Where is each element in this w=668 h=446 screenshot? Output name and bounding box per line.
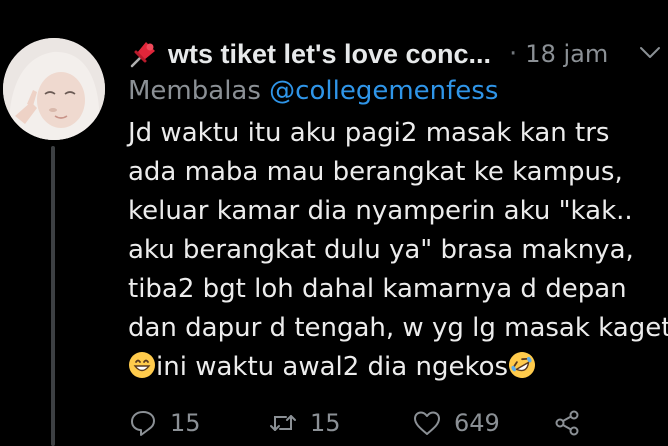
tweet-text-line: ada maba mau berangkat ke kampus, [128,157,623,187]
tweet-header: wts tiket let's love conc... · 18 jam [128,34,668,74]
tweet-text-line: Jd waktu itu aku pagi2 masak kan trs [128,118,610,148]
timestamp[interactable]: 18 jam [525,40,608,68]
display-name[interactable]: wts tiket let's love conc... [168,39,491,70]
retweet-icon [270,415,296,431]
tweet-text-line: tiba2 bgt loh dahal kamarnya d depan [128,274,627,304]
chevron-down-icon[interactable] [638,40,662,64]
tweet-text: Jd waktu itu aku pagi2 masak kan trs ada… [128,114,668,387]
like-button[interactable]: 649 [412,408,500,438]
tweet-text-last-line: ini waktu awal2 dia ngekos [128,348,668,387]
separator-dot: · [509,39,518,69]
share-icon [555,410,579,436]
action-bar: 15 15 649 [128,408,648,444]
tweet-text-line: keluar kamar dia nyamperin aku "kak.. [128,196,633,226]
avatar[interactable] [3,38,105,140]
like-icon [414,411,440,435]
reply-icon [131,411,155,436]
tweet-text-line: dan dapur d tengah, w yg lg masak kaget [128,313,668,343]
pushpin-icon [130,42,155,68]
grinning-emoji-icon [129,352,155,378]
share-button[interactable] [552,408,582,438]
reply-handle-link[interactable]: @collegemenfess [269,76,498,106]
reply-count: 15 [170,409,201,437]
like-count: 649 [454,409,500,437]
tweet-text-line: ini waktu awal2 dia ngekos [156,352,509,382]
tweet-text-line: aku berangkat dulu ya" brasa maknya, [128,235,634,265]
rofl-emoji-icon [509,352,536,378]
replying-to: Membalas @collegemenfess [128,76,648,106]
retweet-count: 15 [310,409,341,437]
reply-button[interactable]: 15 [128,408,201,438]
thread-line [51,146,55,446]
reply-prefix: Membalas [128,76,261,106]
tweet: wts tiket let's love conc... · 18 jam Me… [0,0,668,446]
retweet-button[interactable]: 15 [268,408,341,438]
